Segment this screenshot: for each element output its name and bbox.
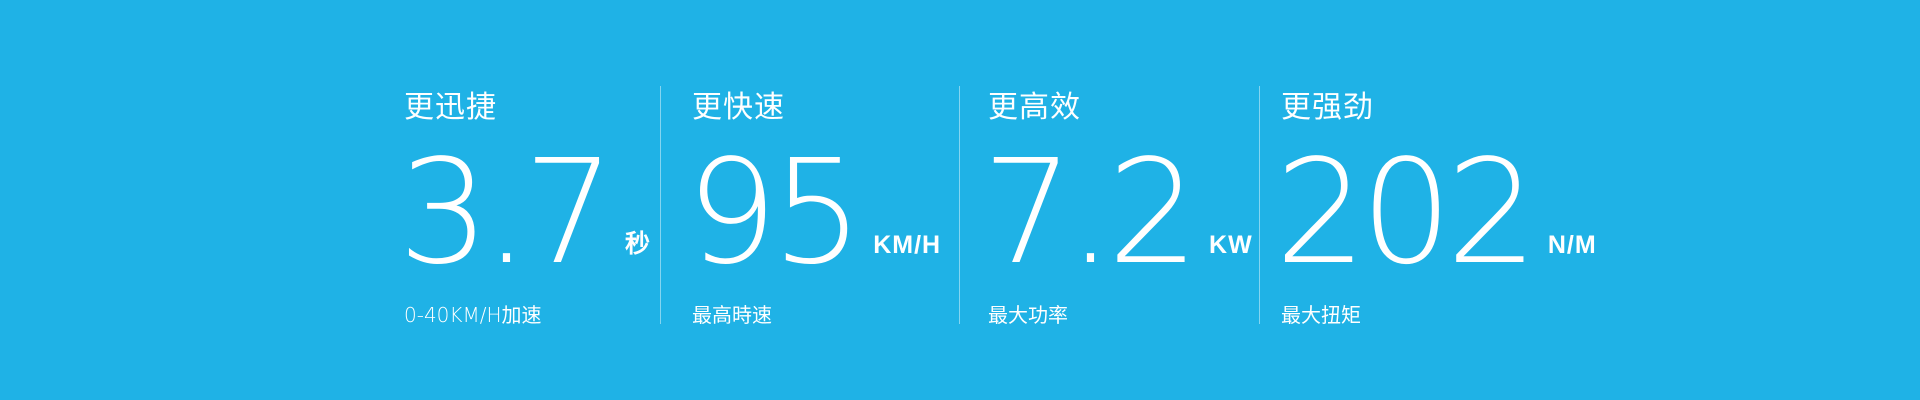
stat-value: 95 [686,128,863,296]
stat-unit: KW [1209,231,1253,259]
stat-unit: KM/H [873,231,942,259]
stat-caption: 最大功率 [988,303,1068,327]
stat-unit: N/M [1547,231,1597,259]
spec-stats-banner: 更迅捷 3.7 秒 0-40KM/H加速 更快速 95 KM/H 最高時速 更高… [0,0,1920,400]
stat-divider [1259,86,1260,324]
stat-value-row: 3.7 秒 [398,128,652,296]
stat-value: 202 [1275,128,1538,296]
stat-caption: 最大扭矩 [1281,303,1361,327]
stat-caption: 0-40KM/H加速 [404,303,542,327]
stat-heading: 更迅捷 [404,90,497,125]
stat-value-row: 7.2 KW [982,128,1253,296]
stat-value: 7.2 [982,128,1199,296]
stat-heading: 更强劲 [1281,90,1374,125]
stat-value-row: 95 KM/H [686,128,942,296]
stat-value: 3.7 [398,128,615,296]
stat-unit: 秒 [625,230,652,258]
stat-heading: 更高效 [988,90,1081,125]
stat-value-row: 202 N/M [1275,128,1597,296]
stat-heading: 更快速 [692,90,785,125]
stat-caption: 最高時速 [692,303,772,327]
stat-divider [660,86,661,324]
stat-divider [959,86,960,324]
